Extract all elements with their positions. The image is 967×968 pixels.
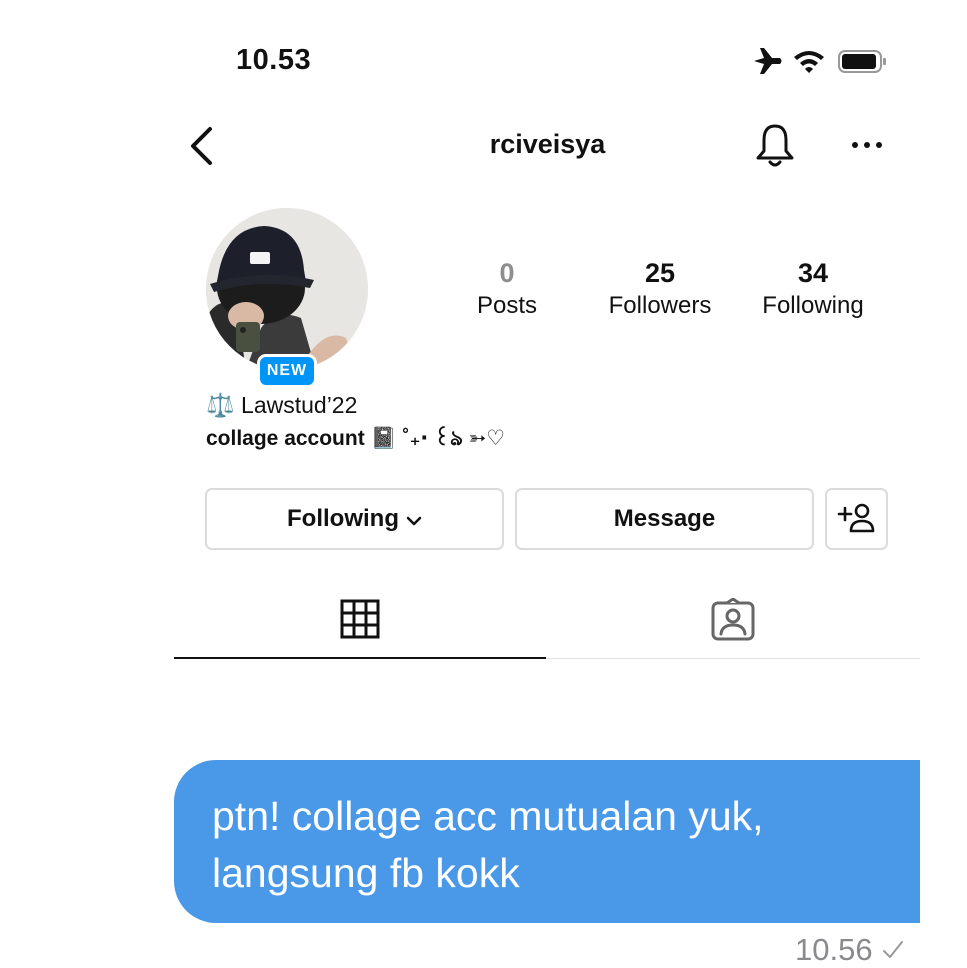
sent-check-icon bbox=[882, 941, 903, 958]
stat-followers[interactable]: 25 Followers bbox=[590, 256, 730, 322]
airplane-icon bbox=[754, 48, 782, 74]
stat-posts[interactable]: 0 Posts bbox=[437, 256, 577, 322]
profile-avatar[interactable] bbox=[206, 208, 368, 370]
grid-icon bbox=[340, 599, 380, 639]
profile-username: rciveisya bbox=[489, 129, 606, 159]
chat-message-bubble[interactable]: ptn! collage acc mutualan yuk, langsung … bbox=[174, 760, 920, 923]
message-meta: 10.56 bbox=[795, 932, 905, 968]
following-label: Following bbox=[762, 292, 864, 319]
new-badge: NEW bbox=[257, 354, 317, 388]
followers-count: 25 bbox=[644, 258, 676, 288]
suggested-users-button[interactable] bbox=[825, 488, 888, 550]
add-person-icon bbox=[837, 503, 874, 533]
message-time: 10.56 bbox=[795, 932, 873, 967]
active-tab-indicator bbox=[174, 657, 546, 659]
tab-tagged[interactable] bbox=[546, 595, 920, 661]
status-time: 10.53 bbox=[236, 44, 312, 76]
notification-bell-icon[interactable] bbox=[753, 123, 797, 169]
following-button[interactable]: Following bbox=[205, 488, 504, 550]
status-icons bbox=[754, 48, 886, 74]
tab-divider bbox=[546, 658, 920, 659]
followers-label: Followers bbox=[608, 292, 712, 319]
following-button-label: Following bbox=[287, 505, 399, 532]
wifi-icon bbox=[794, 51, 824, 73]
message-text-line-1: ptn! collage acc mutualan yuk, bbox=[212, 793, 764, 839]
posts-label: Posts bbox=[476, 292, 538, 319]
tab-posts-grid[interactable] bbox=[174, 595, 546, 661]
avatar-photo bbox=[206, 208, 368, 370]
bio-name: ⚖️ Lawstud’22 bbox=[206, 392, 358, 418]
posts-count: 0 bbox=[499, 258, 515, 288]
message-button[interactable]: Message bbox=[515, 488, 814, 550]
more-options-icon[interactable] bbox=[850, 130, 884, 160]
stat-following[interactable]: 34 Following bbox=[743, 256, 883, 322]
battery-icon bbox=[838, 50, 886, 73]
tagged-person-icon bbox=[711, 598, 755, 641]
message-text-line-2: langsung fb kokk bbox=[212, 850, 520, 896]
following-count: 34 bbox=[797, 258, 829, 288]
chevron-down-icon bbox=[406, 516, 422, 526]
message-button-label: Message bbox=[613, 505, 716, 532]
back-arrow-icon[interactable] bbox=[186, 124, 222, 168]
bio-text: collage account 📓 ˚₊‧ ꒰ঌ ➳♡ bbox=[206, 427, 506, 450]
